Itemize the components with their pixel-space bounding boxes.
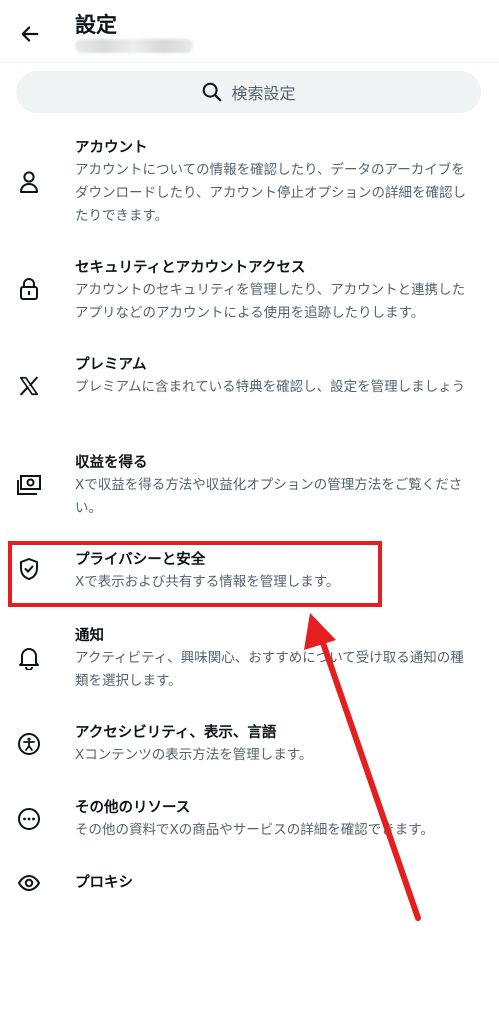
annotation-arrow [304,613,421,921]
